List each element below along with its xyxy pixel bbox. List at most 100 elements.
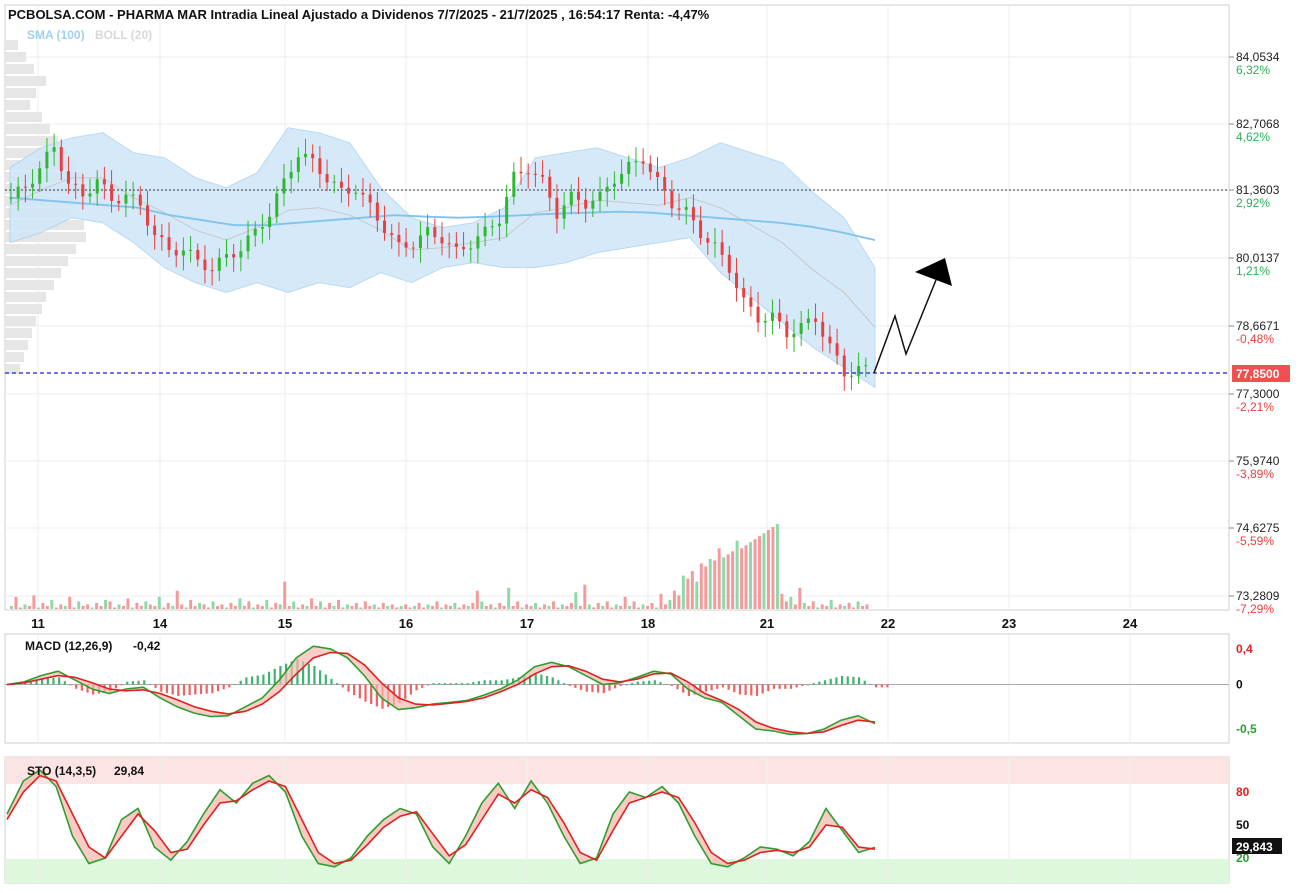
price-y-axis: 84,05346,32% 82,70684,62% 81,36032,92% 80,0…	[1229, 50, 1280, 616]
volume-bar	[417, 602, 421, 609]
macd-histogram-bar	[812, 683, 815, 685]
macd-histogram-bar	[245, 677, 248, 685]
volume-bar	[529, 605, 533, 609]
volume-bar	[117, 604, 121, 609]
volume-bar	[189, 599, 193, 609]
macd-histogram-bar	[614, 684, 617, 689]
price-tick-label-3: 80,0137	[1236, 251, 1280, 265]
macd-histogram-bar	[262, 674, 265, 685]
legend-boll[interactable]: BOLL (20)	[95, 28, 152, 42]
volume-bar	[726, 554, 730, 609]
x-tick-label-18: 18	[641, 616, 655, 631]
sto-label: STO (14,3,5)	[27, 764, 96, 778]
candle-body	[569, 191, 573, 206]
volume-bar	[507, 587, 511, 609]
candle-body	[591, 200, 595, 209]
volume-profile-bar-22	[6, 304, 42, 314]
volume-bar	[350, 605, 354, 609]
candle-body	[311, 153, 315, 159]
macd-tick-label-0: 0,4	[1236, 642, 1253, 656]
volume-bar	[592, 607, 596, 609]
candle-body	[383, 220, 387, 233]
price-tick-label-2: 81,3603	[1236, 183, 1280, 197]
volume-bar	[386, 605, 390, 609]
macd-histogram-bar	[579, 684, 583, 690]
macd-histogram-bar	[767, 684, 770, 692]
candle-body	[440, 237, 444, 244]
x-axis: 11 14 15 16 17 18 21 22 23 24	[31, 616, 1138, 631]
macd-histogram-bar	[370, 684, 373, 705]
candle-body	[634, 161, 638, 163]
candle-body	[620, 173, 624, 184]
candle-body	[203, 259, 207, 271]
candle-body	[268, 216, 272, 228]
price-tick-pct-8: -7,29%	[1236, 602, 1274, 616]
candle-body	[842, 355, 846, 377]
candle-body	[505, 196, 509, 224]
volume-bar	[72, 607, 76, 609]
macd-histogram-bar	[126, 681, 129, 685]
volume-bar	[63, 605, 67, 609]
volume-bar	[641, 604, 645, 609]
volume-bar	[516, 601, 520, 609]
price-tick-pct-7: -5,59%	[1236, 534, 1274, 548]
macd-histogram-bar	[466, 683, 469, 685]
macd-histogram-bar	[137, 680, 140, 685]
candle-body	[454, 243, 458, 247]
macd-histogram-bar	[551, 677, 554, 685]
macd-histogram-bar	[154, 684, 157, 688]
macd-histogram-bar	[205, 684, 208, 694]
x-tick-label-14: 14	[153, 616, 168, 631]
candle-body	[526, 173, 530, 175]
candle-body	[742, 288, 746, 298]
macd-histogram-bar	[789, 684, 793, 689]
volume-bar	[278, 604, 282, 609]
volume-bar	[484, 605, 488, 609]
candle-body	[598, 191, 602, 201]
volume-bar	[144, 601, 148, 609]
volume-bar	[744, 545, 748, 609]
volume-bar	[843, 605, 847, 609]
volume-bar	[247, 601, 251, 609]
sto-value: 29,84	[114, 764, 144, 778]
candle-body	[282, 178, 286, 194]
volume-bar	[399, 605, 403, 609]
candle-body	[138, 194, 142, 206]
macd-histogram-bar	[409, 684, 412, 695]
macd-histogram-bar	[602, 684, 605, 694]
candle-body	[124, 194, 128, 204]
macd-histogram-bar	[676, 684, 679, 690]
legend-sma[interactable]: SMA (100)	[27, 28, 85, 42]
volume-bar	[269, 607, 273, 609]
candle-body	[117, 200, 121, 204]
volume-bar	[605, 601, 609, 609]
macd-histogram-bar	[716, 684, 719, 689]
macd-histogram-bar	[636, 681, 639, 685]
candle-body	[232, 254, 236, 258]
candle-body	[699, 220, 703, 239]
candle-body	[469, 248, 473, 250]
candle-body	[196, 249, 200, 260]
macd-histogram-bar	[52, 677, 55, 685]
macd-histogram-bar	[228, 684, 231, 688]
volume-bar	[301, 604, 305, 609]
volume-bar	[157, 596, 161, 609]
candle-body	[814, 318, 818, 322]
macd-histogram-bar	[80, 684, 83, 691]
candle-body	[799, 322, 803, 334]
candle-body	[38, 168, 42, 184]
volume-bar	[538, 607, 542, 609]
volume-bar	[690, 571, 694, 609]
candle-body	[533, 173, 537, 175]
current-price-label: 77,8500	[1236, 367, 1280, 381]
macd-histogram-bar	[772, 684, 776, 689]
candle-body	[145, 205, 149, 226]
volume-bar	[440, 607, 443, 609]
volume-bar	[260, 605, 264, 609]
volume-bar	[735, 540, 739, 609]
candle-body	[792, 333, 796, 338]
macd-histogram-bar	[733, 684, 736, 693]
macd-histogram-bar	[188, 684, 191, 695]
volume-bar	[646, 605, 650, 609]
volume-bar	[852, 607, 856, 609]
